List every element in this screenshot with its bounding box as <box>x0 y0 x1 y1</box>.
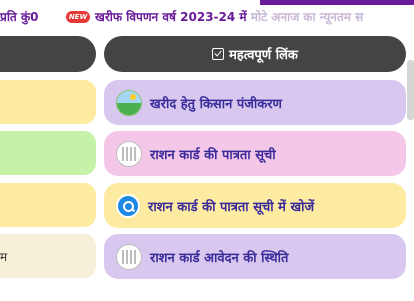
link-label: राशन कार्ड की पात्रता सूची में खोजें <box>148 199 315 215</box>
scrollbar[interactable] <box>407 60 414 120</box>
checkbox-icon <box>212 48 225 60</box>
left-card-3[interactable] <box>0 183 96 227</box>
page: प्रति कुं0 NEW खरीफ विपणन वर्ष 2023-24 म… <box>0 0 414 301</box>
important-links-header: महत्वपूर्ण लिंक <box>104 36 406 72</box>
ticker-partial-text: प्रति कुं0 <box>0 10 39 24</box>
link-search-eligibility-list[interactable]: राशन कार्ड की पात्रता सूची में खोजें <box>104 183 406 228</box>
ticker-headline-text: खरीफ विपणन वर्ष 2023-24 में <box>95 10 251 24</box>
link-label: राशन कार्ड आवेदन की स्थिति <box>150 250 289 266</box>
link-farmer-registration[interactable]: खरीद हेतु किसान पंजीकरण <box>104 80 406 125</box>
link-label: खरीद हेतु किसान पंजीकरण <box>150 96 282 112</box>
ticker-headline[interactable]: खरीफ विपणन वर्ष 2023-24 में मोटे अनाज का… <box>95 8 363 25</box>
search-icon <box>116 193 140 218</box>
ticker-top-strip <box>260 0 414 5</box>
left-card-4-text: म <box>0 250 8 264</box>
farmer-icon <box>116 89 142 116</box>
link-ration-eligibility-list[interactable]: राशन कार्ड की पात्रता सूची <box>104 131 406 176</box>
left-section-header <box>0 36 96 72</box>
ration-card-icon <box>116 243 142 270</box>
left-card-4[interactable]: म <box>0 234 96 278</box>
link-ration-application-status[interactable]: राशन कार्ड आवेदन की स्थिति <box>104 234 406 279</box>
important-links-title: महत्वपूर्ण लिंक <box>229 48 298 63</box>
new-badge-icon: NEW <box>66 11 90 23</box>
link-label: राशन कार्ड की पात्रता सूची <box>150 147 276 163</box>
ticker-headline-faded: मोटे अनाज का न्यूनतम स <box>250 10 364 24</box>
ration-card-icon <box>116 140 142 167</box>
left-card-1[interactable] <box>0 80 96 124</box>
left-card-2[interactable] <box>0 131 96 175</box>
news-ticker[interactable]: प्रति कुं0 NEW खरीफ विपणन वर्ष 2023-24 म… <box>0 0 414 38</box>
